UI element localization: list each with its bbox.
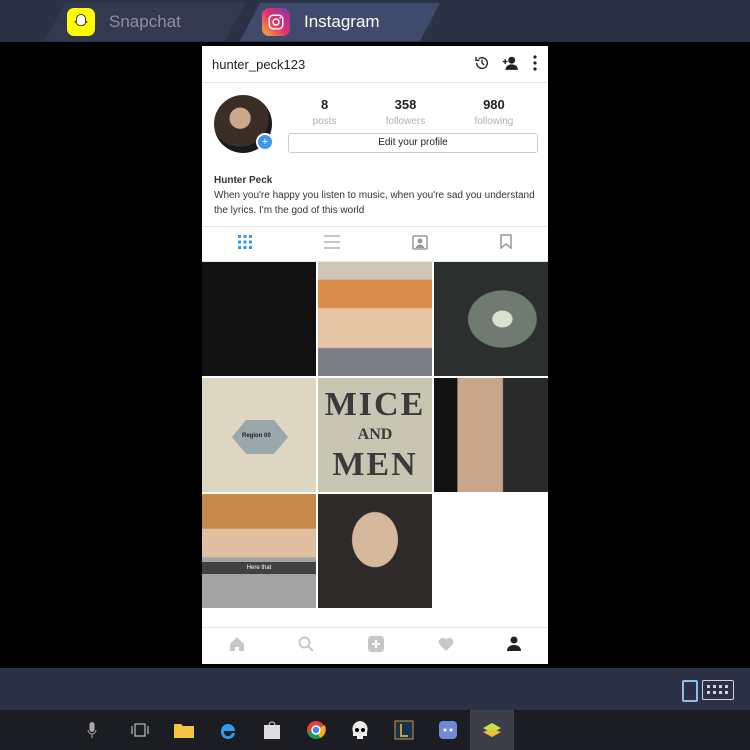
add-person-icon[interactable] xyxy=(502,55,520,74)
windows-taskbar xyxy=(0,710,750,750)
bio-section: Hunter Peck When you're happy you listen… xyxy=(202,173,548,218)
following-label: following xyxy=(474,116,514,127)
add-story-icon[interactable]: + xyxy=(256,133,274,151)
followers-stat[interactable]: 358 followers xyxy=(386,97,425,127)
tab-snapchat-label: Snapchat xyxy=(109,12,181,31)
profile-view-tabs xyxy=(202,226,548,262)
app-tab-bar: Snapchat Instagram xyxy=(0,0,750,42)
microphone-icon[interactable] xyxy=(70,710,114,750)
saved-bookmark-icon[interactable] xyxy=(500,234,512,254)
grid-photo[interactable] xyxy=(318,262,432,376)
bottom-navigation xyxy=(202,627,548,664)
emulator-bottom-bar xyxy=(0,668,750,710)
grid-view-icon[interactable] xyxy=(238,234,252,254)
phone-rotate-icon[interactable] xyxy=(682,680,698,702)
instagram-icon xyxy=(262,8,290,36)
task-view-icon[interactable] xyxy=(118,710,162,750)
search-icon[interactable] xyxy=(298,636,315,657)
posts-count: 8 xyxy=(320,97,329,112)
posts-label: posts xyxy=(312,116,337,127)
history-icon[interactable] xyxy=(474,55,490,74)
profile-stats: 8 posts 358 followers 980 following Edit… xyxy=(288,95,538,165)
edge-browser-icon[interactable] xyxy=(206,710,250,750)
following-count: 980 xyxy=(483,97,505,112)
grid-photo[interactable] xyxy=(434,378,548,492)
grid-photo[interactable]: Region 00 xyxy=(202,378,316,492)
home-icon[interactable] xyxy=(229,636,245,657)
discord-icon[interactable] xyxy=(426,710,470,750)
more-options-icon[interactable] xyxy=(532,54,538,74)
bio-text: When you're happy you listen to music, w… xyxy=(214,190,535,216)
profile-header: hunter_peck123 xyxy=(202,46,548,83)
tab-snapchat[interactable]: Snapchat xyxy=(45,3,245,41)
grid-photo[interactable] xyxy=(202,262,316,376)
tagged-photos-icon[interactable] xyxy=(412,234,428,255)
tab-instagram-label: Instagram xyxy=(304,12,380,31)
skull-app-icon[interactable] xyxy=(338,710,382,750)
profile-icon[interactable] xyxy=(507,636,522,656)
mice-title-1: MICE xyxy=(324,386,426,423)
chrome-icon[interactable] xyxy=(294,710,338,750)
grid-empty xyxy=(434,494,548,608)
store-icon[interactable] xyxy=(250,710,294,750)
grid-photo[interactable] xyxy=(318,494,432,608)
hex-label: Region 00 xyxy=(242,433,271,439)
grid-photo[interactable]: MICE AND MEN xyxy=(318,378,432,492)
photo-grid: Region 00 MICE AND MEN Here that xyxy=(202,262,548,608)
photo-caption: Here that xyxy=(202,562,316,574)
following-stat[interactable]: 980 following xyxy=(474,97,513,127)
heart-icon[interactable] xyxy=(438,637,454,656)
followers-label: followers xyxy=(385,116,426,127)
profile-summary: + 8 posts 358 followers 980 following Ed… xyxy=(202,83,548,165)
bluestacks-icon[interactable] xyxy=(470,710,514,750)
keyboard-icon[interactable] xyxy=(702,680,734,700)
league-app-icon[interactable] xyxy=(382,710,426,750)
posts-stat[interactable]: 8 posts xyxy=(313,97,337,127)
add-post-icon[interactable] xyxy=(367,635,384,657)
list-view-icon[interactable] xyxy=(324,234,340,254)
grid-photo[interactable]: Here that xyxy=(202,494,316,608)
edit-profile-button[interactable]: Edit your profile xyxy=(288,133,538,153)
grid-photo[interactable] xyxy=(434,262,548,376)
profile-name: Hunter Peck xyxy=(214,175,273,186)
mice-title-3: MEN xyxy=(332,446,418,483)
followers-count: 358 xyxy=(394,97,417,112)
tab-instagram[interactable]: Instagram xyxy=(240,3,440,41)
snapchat-ghost-icon xyxy=(67,8,95,36)
username: hunter_peck123 xyxy=(212,56,306,72)
file-explorer-icon[interactable] xyxy=(162,710,206,750)
instagram-screen: hunter_peck123 + 8 posts 358 followers 9… xyxy=(202,46,548,664)
avatar[interactable]: + xyxy=(214,95,274,153)
